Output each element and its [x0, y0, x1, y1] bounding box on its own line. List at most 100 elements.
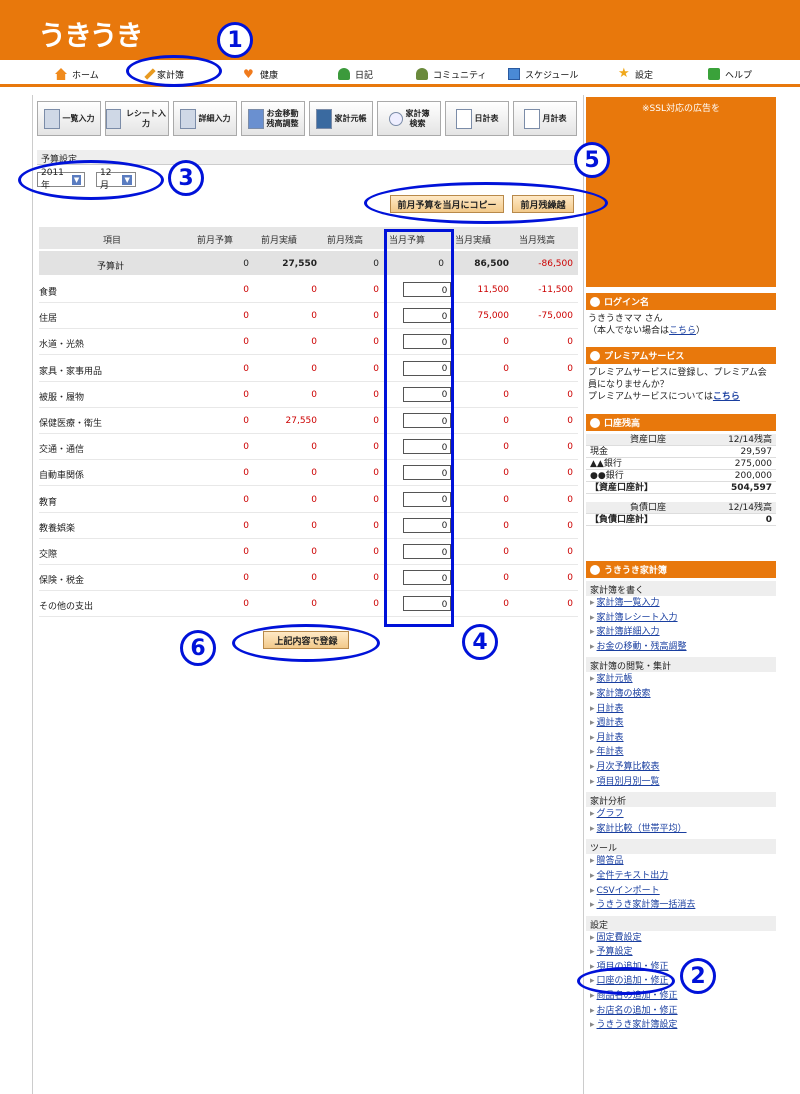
menu-group-title: 設定	[586, 915, 776, 931]
menu-group-title: 家計簿の閲覧・集計	[586, 657, 776, 673]
row-cur-actual: 0	[503, 416, 509, 426]
annotation-ellipse-3	[18, 160, 164, 200]
row-name: その他の支出	[39, 602, 94, 613]
menu-link[interactable]: ▸ 日計表	[586, 702, 776, 717]
menu-link-label: お金の移動・残高調整	[596, 641, 687, 652]
arrow-right-icon: ▸	[590, 641, 595, 652]
menu-link[interactable]: ▸ 家計簿の検索	[586, 687, 776, 702]
menu-link[interactable]: ▸ うきうき家計簿設定	[586, 1018, 776, 1033]
row-cur-balance: 0	[567, 337, 573, 348]
row-prev-balance: 0	[373, 468, 379, 479]
nav-community[interactable]: コミュニティ	[416, 66, 486, 82]
menu-link-label: 家計簿一覧入力	[596, 598, 660, 608]
asset-row: 現金 29,597	[586, 446, 776, 458]
toolbar-ledger-button[interactable]: 家計元帳	[309, 101, 373, 136]
row-name: 交際	[39, 550, 58, 560]
row-name: 自動車関係	[39, 471, 85, 482]
row-cur-actual: 0	[503, 573, 509, 584]
menu-link[interactable]: ▸ 年計表	[586, 745, 776, 760]
menu-link-label: 月次予算比較表	[596, 761, 660, 772]
login-link[interactable]: こちら	[669, 326, 696, 336]
row-prev-balance: 0	[373, 573, 379, 584]
menu-link-label: 家計比較（世帯平均）	[596, 823, 687, 834]
menu-link[interactable]: ▸ 月計表	[586, 731, 776, 746]
menu-link[interactable]: ▸ お店名の追加・修正	[586, 1004, 776, 1019]
arrow-right-icon: ▸	[590, 627, 595, 638]
row-name: 水道・光熱	[39, 340, 85, 351]
menu-link[interactable]: ▸ 固定費設定	[586, 931, 776, 946]
menu-link[interactable]: ▸ CSVインポート	[586, 884, 776, 899]
home-icon	[55, 68, 67, 80]
main-content: 一覧入力 レシート入力 詳細入力 お金移動 残高調整 家計元帳 家計簿 検索 日…	[32, 95, 584, 1094]
annotation-number-2: 2	[680, 958, 716, 994]
arrow-right-icon: ▸	[590, 932, 595, 943]
nav-label: 健康	[260, 70, 279, 81]
menu-link[interactable]: ▸ 項目別月別一覧	[586, 775, 776, 790]
menu-link-label: 項目別月別一覧	[596, 776, 660, 787]
menu-link[interactable]: ▸ 家計簿一覧入力	[586, 596, 776, 611]
row-prev-actual: 0	[311, 442, 317, 453]
asset-row: ●●銀行 200,000	[586, 470, 776, 482]
toolbar-detail-input-button[interactable]: 詳細入力	[173, 101, 237, 136]
toolbar-label: 家計元帳	[334, 113, 367, 123]
annotation-ellipse-2	[577, 967, 675, 995]
toolbar-monthly-button[interactable]: 月計表	[513, 101, 577, 136]
menu-link[interactable]: ▸ 家計簿詳細入力	[586, 625, 776, 640]
menu-link-label: 月計表	[596, 732, 624, 743]
menu-link[interactable]: ▸ 家計比較（世帯平均）	[586, 822, 776, 837]
row-prev-actual: 0	[311, 494, 317, 505]
menu-link[interactable]: ▸ グラフ	[586, 807, 776, 822]
toolbar-transfer-button[interactable]: お金移動 残高調整	[241, 101, 305, 136]
nav-help[interactable]: ヘルプ	[708, 66, 752, 82]
row-cur-balance: 0	[567, 573, 573, 584]
debt-total: 【負債口座計】 0	[586, 514, 776, 526]
toolbar-daily-button[interactable]: 日計表	[445, 101, 509, 136]
menu-link-label: 家計簿詳細入力	[596, 627, 660, 638]
menu-link[interactable]: ▸ 全件テキスト出力	[586, 869, 776, 884]
menu-link[interactable]: ▸ 予算設定	[586, 945, 776, 960]
help-icon	[708, 68, 720, 80]
nav-schedule[interactable]: スケジュール	[508, 66, 578, 82]
premium-link[interactable]: こちら	[713, 392, 740, 402]
toolbar-receipt-input-button[interactable]: レシート入力	[105, 101, 169, 136]
annotation-number-3: 3	[168, 160, 204, 196]
row-cur-actual: 75,000	[477, 311, 510, 322]
menu-link[interactable]: ▸ 週計表	[586, 716, 776, 731]
row-cur-balance: 0	[567, 468, 573, 479]
user-icon	[590, 350, 600, 361]
menu-link[interactable]: ▸ お金の移動・残高調整	[586, 640, 776, 655]
login-user: うきうきママ さん	[588, 314, 663, 324]
debt-header-label: 負債口座	[630, 503, 667, 513]
menu-link[interactable]: ▸ 家計元帳	[586, 672, 776, 687]
login-note-close: ）	[696, 326, 706, 336]
arrow-right-icon: ▸	[590, 809, 595, 820]
nav-settings[interactable]: ★ 設定	[618, 66, 653, 82]
row-prev-budget: 0	[243, 363, 249, 374]
menu-link[interactable]: ▸ 月次予算比較表	[586, 760, 776, 775]
col-prev-budget: 前月予算	[197, 236, 234, 246]
col-cur-actual: 当月実績	[455, 236, 492, 246]
nav-diary[interactable]: 日記	[338, 66, 373, 82]
nav-home[interactable]: ホーム	[55, 66, 99, 82]
asset-total: 【資産口座計】 504,597	[586, 482, 776, 494]
row-prev-budget: 0	[243, 573, 249, 584]
nav-health[interactable]: ♥ 健康	[243, 66, 278, 82]
menu-link[interactable]: ▸ 家計簿レシート入力	[586, 611, 776, 626]
row-cur-actual: 0	[503, 547, 509, 557]
nav-label: コミュニティ	[433, 70, 487, 81]
row-prev-budget: 0	[243, 547, 249, 557]
row-name: 教養娯楽	[39, 523, 76, 534]
app-logo[interactable]: うきうき	[38, 14, 143, 54]
toolbar-search-button[interactable]: 家計簿 検索	[377, 101, 441, 136]
row-cur-actual: 0	[503, 442, 509, 453]
menu-link[interactable]: ▸ うきうき家計簿一括消去	[586, 898, 776, 913]
star-icon: ★	[618, 66, 630, 81]
receipt-icon	[106, 108, 121, 129]
premium-header: プレミアムサービス	[586, 347, 776, 364]
col-prev-balance: 前月残高	[327, 236, 364, 246]
menu-link[interactable]: ▸ 贈答品	[586, 854, 776, 869]
toolbar-list-input-button[interactable]: 一覧入力	[37, 101, 101, 136]
arrow-right-icon: ▸	[590, 747, 595, 758]
row-cur-balance: 0	[567, 599, 573, 610]
row-cur-balance: 0	[567, 547, 573, 557]
